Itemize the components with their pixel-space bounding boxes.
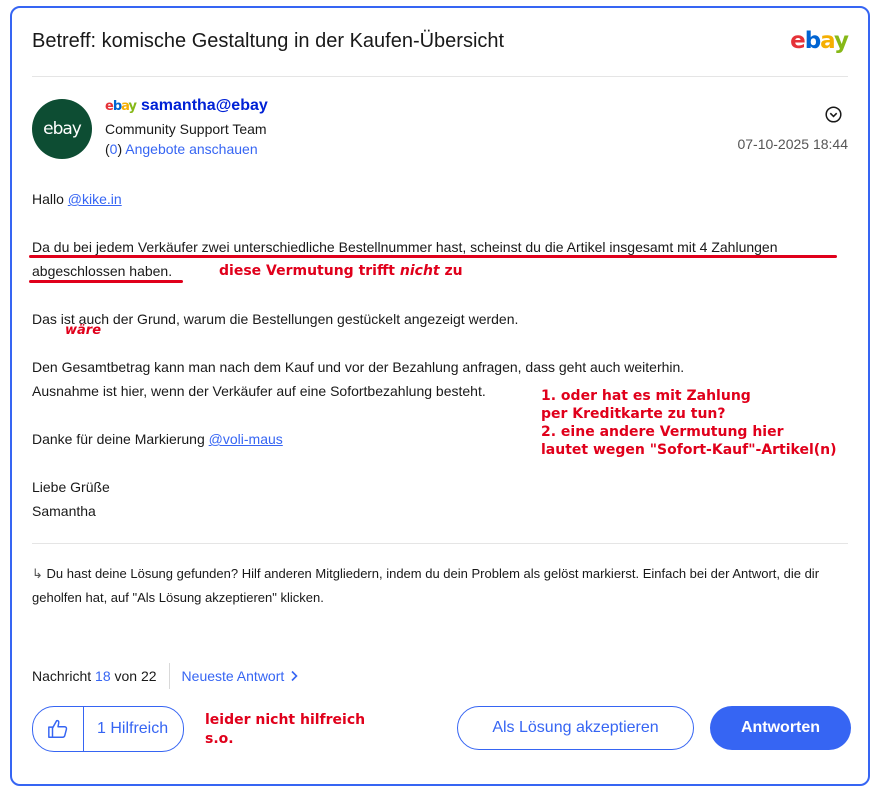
newest-reply-link[interactable]: Neueste Antwort — [182, 668, 299, 684]
offers-link[interactable]: Angebote anschauen — [125, 141, 257, 157]
annotation-underline — [29, 255, 837, 258]
annotation-text: leider nicht hilfreich s.o. — [205, 712, 366, 747]
signature: Samantha — [32, 503, 96, 519]
pager-separator — [168, 663, 170, 689]
reply-button[interactable]: Antworten — [710, 706, 851, 750]
message-card: Betreff: komische Gestaltung in der Kauf… — [10, 6, 870, 786]
post-date: 07-10-2025 18:44 — [737, 136, 848, 152]
author-rank: Community Support Team — [105, 121, 267, 137]
paragraph-line: Den Gesamtbetrag kann man nach dem Kauf … — [32, 359, 685, 375]
ebay-badge-icon: ebay — [105, 98, 137, 114]
like-button[interactable] — [33, 707, 84, 751]
helpful-control: 1 Hilfreich — [32, 706, 185, 752]
greeting: Hallo @kike.in — [32, 191, 122, 207]
author-offers: (0) Angebote anschauen — [105, 141, 258, 157]
annotation-text: diese Vermutung trifft nicht zu — [219, 263, 463, 279]
return-arrow-icon: ↳ — [32, 566, 43, 581]
annotation-underline — [29, 280, 183, 283]
paragraph-line: Ausnahme ist hier, wenn der Verkäufer au… — [32, 383, 486, 399]
divider — [32, 543, 848, 544]
message-subject: Betreff: komische Gestaltung in der Kauf… — [32, 30, 505, 52]
thumbs-up-icon — [48, 719, 68, 738]
author-name-link[interactable]: samantha@ebay — [141, 97, 268, 115]
solution-hint: ↳ Du hast deine Lösung gefunden? Hilf an… — [32, 566, 820, 605]
helpful-count-button[interactable]: 1 Hilfreich — [84, 707, 183, 751]
divider — [32, 76, 848, 77]
annotation-text: wäre — [65, 323, 102, 338]
annotation-text: 1. oder hat es mit Zahlung per Kreditkar… — [541, 388, 837, 458]
thanks-line: Danke für deine Markierung @voli-maus — [32, 431, 283, 447]
chevron-right-icon — [291, 670, 298, 682]
mention-link[interactable]: @voli-maus — [209, 431, 283, 447]
ebay-logo: ebay — [790, 28, 849, 54]
author-avatar[interactable]: ebay — [32, 99, 92, 159]
chevron-down-circle-icon[interactable] — [825, 106, 842, 123]
mention-link[interactable]: @kike.in — [68, 191, 122, 207]
closing-line: Liebe Grüße — [32, 479, 110, 495]
author-row: ebay samantha@ebay — [105, 97, 268, 115]
accept-solution-button[interactable]: Als Lösung akzeptieren — [457, 706, 694, 750]
paragraph-line: Das ist auch der Grund, warum die Bestel… — [32, 311, 519, 327]
message-pager: Nachricht 18 von 22 Neueste Antwort — [32, 663, 298, 689]
